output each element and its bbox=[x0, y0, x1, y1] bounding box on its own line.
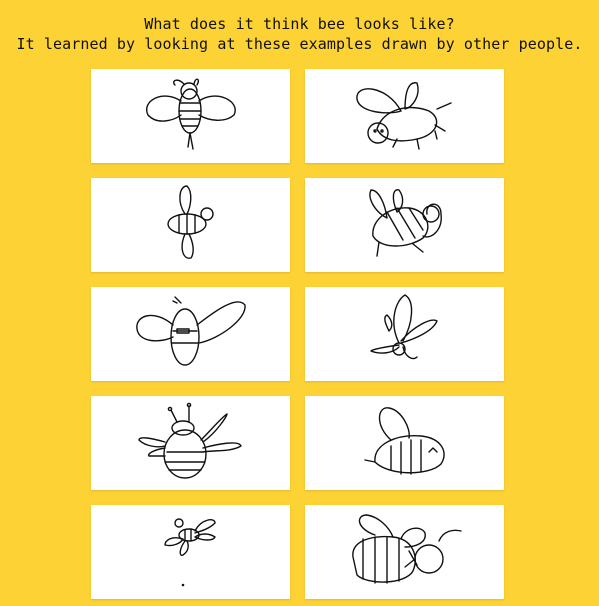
bee-sketch-4 bbox=[369, 189, 442, 257]
page-header: What does it think bee looks like? It le… bbox=[0, 14, 599, 54]
bee-sketch-2 bbox=[356, 82, 452, 150]
bee-sketch-8 bbox=[364, 407, 445, 475]
bee-drawing-card[interactable] bbox=[305, 396, 504, 490]
bee-sketch-5 bbox=[136, 296, 246, 366]
bee-sketch-10 bbox=[352, 514, 462, 584]
bee-drawing-card[interactable] bbox=[91, 69, 290, 163]
bee-sketch-1 bbox=[145, 78, 236, 150]
bee-drawing-card[interactable] bbox=[305, 505, 504, 599]
bee-sketch-6 bbox=[370, 294, 438, 360]
bee-sketch-9 bbox=[164, 518, 216, 587]
bee-drawing-card[interactable] bbox=[91, 505, 290, 599]
header-explanation: It learned by looking at these examples … bbox=[16, 35, 583, 53]
bee-sketch-7 bbox=[138, 402, 242, 479]
bee-drawing-card[interactable] bbox=[91, 287, 290, 381]
example-drawings-grid bbox=[91, 69, 504, 599]
header-question: What does it think bee looks like? bbox=[144, 15, 455, 33]
bee-sketch-3 bbox=[167, 185, 214, 259]
bee-drawing-card[interactable] bbox=[305, 287, 504, 381]
bee-drawing-card[interactable] bbox=[305, 178, 504, 272]
bee-drawing-card[interactable] bbox=[305, 69, 504, 163]
bee-drawing-card[interactable] bbox=[91, 178, 290, 272]
bee-drawing-card[interactable] bbox=[91, 396, 290, 490]
